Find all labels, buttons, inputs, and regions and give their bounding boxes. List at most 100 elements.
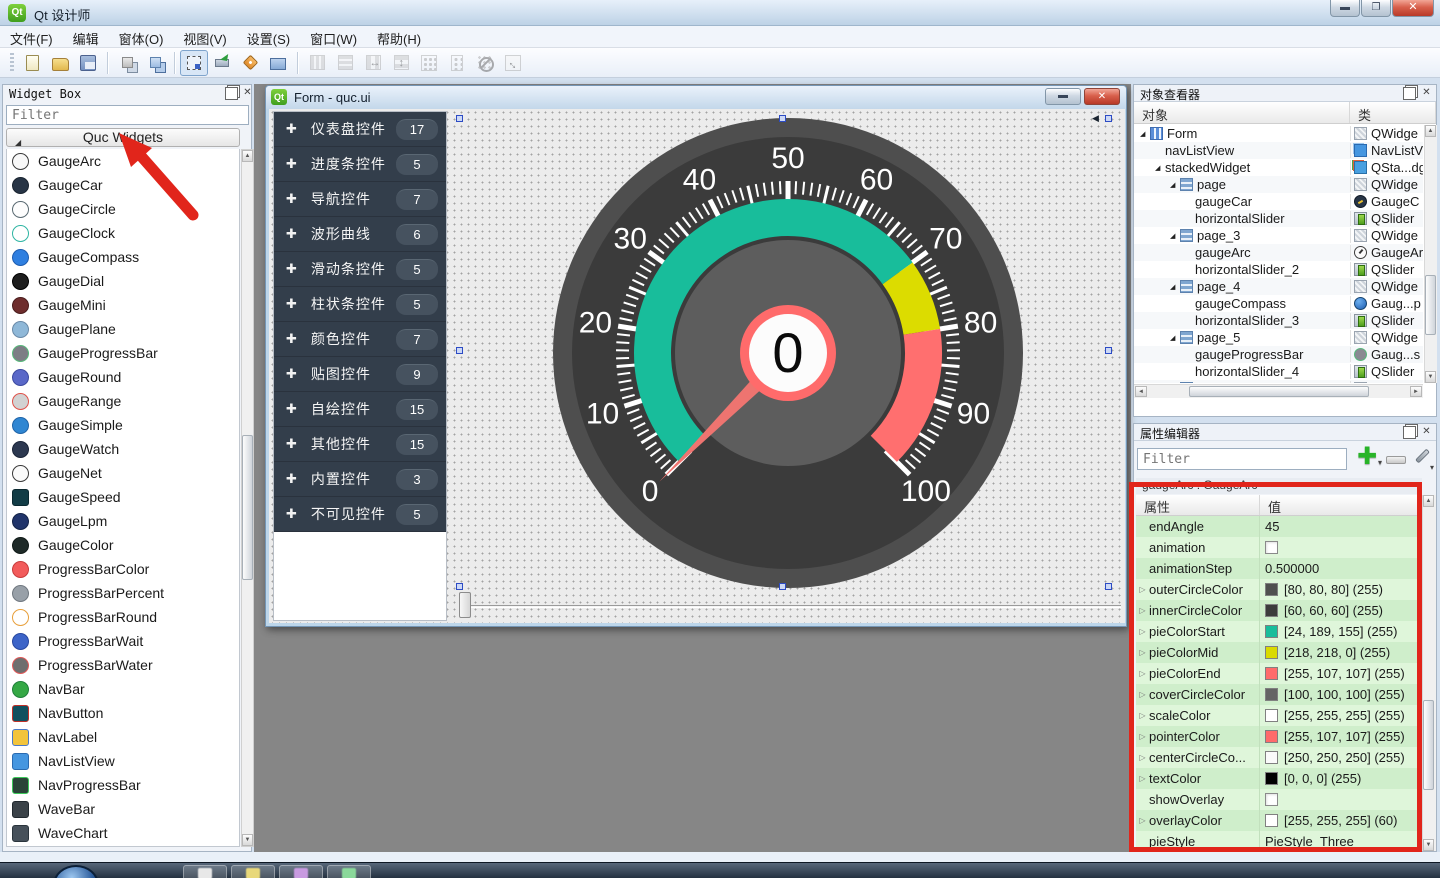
scroll-left-icon[interactable]: ◄ (1135, 386, 1147, 397)
property-row[interactable]: animation (1136, 537, 1422, 558)
property-value-cell[interactable]: 0.500000 (1260, 558, 1422, 579)
property-value-cell[interactable]: PieStyle_Three (1260, 831, 1422, 851)
widget-list-item[interactable]: GaugeArc (7, 149, 239, 173)
form-title-bar[interactable]: Qt Form - quc.ui ▬ ✕ (266, 86, 1126, 109)
gauge-arc-widget[interactable]: 01020304050607080901000 (269, 109, 1125, 623)
horizontal-slider[interactable] (459, 605, 1121, 608)
expand-arrow-icon[interactable]: ◢ (1170, 181, 1180, 189)
selection-handle[interactable] (1105, 115, 1112, 122)
checkbox[interactable] (1265, 541, 1278, 554)
expand-arrow-icon[interactable]: ◢ (1170, 283, 1180, 291)
expand-arrow-icon[interactable]: ◢ (1155, 164, 1165, 172)
widget-list-item[interactable]: GaugeSpeed (7, 485, 239, 509)
window-cascade-button[interactable] (113, 50, 141, 76)
property-value-cell[interactable]: [60, 60, 60] (255) (1260, 600, 1422, 621)
object-tree-row[interactable]: horizontalSlider_3QSlider (1134, 312, 1423, 329)
scroll-right-icon[interactable]: ► (1410, 386, 1422, 397)
selection-handle[interactable] (779, 583, 786, 590)
scrollbar-thumb[interactable] (1189, 386, 1369, 397)
edit-widgets-button[interactable] (180, 50, 208, 76)
property-value-cell[interactable]: [24, 189, 155] (255) (1260, 621, 1422, 642)
object-tree-row[interactable]: ◢page_3QWidge (1134, 227, 1423, 244)
scrollbar-thumb[interactable] (1423, 700, 1434, 790)
object-tree-row[interactable]: gaugeProgressBarGaug...s (1134, 346, 1423, 363)
expand-arrow-icon[interactable]: ◢ (1170, 232, 1180, 240)
widget-list-item[interactable]: GaugeColor (7, 533, 239, 557)
property-editor-close-icon[interactable]: ✕ (1420, 426, 1433, 439)
scroll-down-icon[interactable]: ▼ (1423, 839, 1434, 851)
restore-button[interactable]: ❐ (1361, 0, 1391, 17)
selection-handle[interactable] (1105, 347, 1112, 354)
add-dynamic-property-button[interactable]: ✚ (1354, 444, 1380, 472)
property-value-cell[interactable]: [255, 107, 107] (255) (1260, 663, 1422, 684)
property-row[interactable]: ▷pieColorEnd[255, 107, 107] (255) (1136, 663, 1422, 684)
widget-list-item[interactable]: WaveChart (7, 821, 239, 845)
property-value-cell[interactable]: [255, 255, 255] (255) (1260, 705, 1422, 726)
widget-list-item[interactable]: GaugeLpm (7, 509, 239, 533)
widget-list-item[interactable]: NavLabel (7, 725, 239, 749)
property-row[interactable]: ▷textColor[0, 0, 0] (255) (1136, 768, 1422, 789)
widget-list-item[interactable]: GaugeSimple (7, 413, 239, 437)
scroll-up-icon[interactable]: ▲ (1425, 125, 1436, 137)
scroll-down-icon[interactable]: ▼ (1425, 371, 1436, 383)
widget-list-item[interactable]: GaugeMini (7, 293, 239, 317)
property-row[interactable]: endAngle45 (1136, 516, 1422, 537)
widget-list-item[interactable]: ProgressBarColor (7, 557, 239, 581)
property-value-cell[interactable] (1260, 789, 1422, 810)
property-row[interactable]: showOverlay (1136, 789, 1422, 810)
object-tree-hscrollbar[interactable]: ◄ ► (1134, 384, 1423, 398)
widget-list-item[interactable]: GaugeNet (7, 461, 239, 485)
widget-box-close-icon[interactable]: ✕ (241, 87, 254, 100)
property-row[interactable]: ▷pieColorStart[24, 189, 155] (255) (1136, 621, 1422, 642)
taskbar-item[interactable] (231, 865, 275, 878)
property-row[interactable]: ▷coverCircleColor[100, 100, 100] (255) (1136, 684, 1422, 705)
widget-list-item[interactable]: ProgressBarWater (7, 653, 239, 677)
scrollbar-thumb[interactable] (1425, 275, 1436, 335)
slider-handle[interactable] (459, 592, 471, 618)
expand-arrow-icon[interactable]: ◢ (1140, 130, 1150, 138)
toolbar-grip[interactable] (10, 53, 14, 73)
object-tree-row[interactable]: horizontalSlider_4QSlider (1134, 363, 1423, 380)
expand-arrow-icon[interactable]: ▷ (1136, 690, 1149, 699)
checkbox[interactable] (1265, 793, 1278, 806)
property-value-cell[interactable]: [250, 250, 250] (255) (1260, 747, 1422, 768)
selection-handle[interactable] (456, 115, 463, 122)
expand-arrow-icon[interactable]: ▷ (1136, 711, 1149, 720)
property-value-cell[interactable]: [218, 218, 0] (255) (1260, 642, 1422, 663)
property-row[interactable]: pieStylePieStyle_Three (1136, 831, 1422, 851)
property-value-cell[interactable]: [80, 80, 80] (255) (1260, 579, 1422, 600)
remove-dynamic-property-button[interactable] (1386, 456, 1406, 464)
property-value-cell[interactable] (1260, 537, 1422, 558)
widget-list-item[interactable]: WaveBar (7, 797, 239, 821)
property-row[interactable]: ▷innerCircleColor[60, 60, 60] (255) (1136, 600, 1422, 621)
widget-list-item[interactable]: GaugeCar (7, 173, 239, 197)
edit-signals-slots-button[interactable] (208, 50, 236, 76)
save-form-button[interactable] (74, 50, 102, 76)
object-tree-vscrollbar[interactable]: ▲ ▼ (1424, 125, 1437, 383)
widget-list-scrollbar[interactable]: ▲ ▼ (241, 149, 254, 847)
property-value-cell[interactable]: [255, 107, 107] (255) (1260, 726, 1422, 747)
widget-list-item[interactable]: ProgressBarWait (7, 629, 239, 653)
form-minimize-button[interactable]: ▬ (1045, 88, 1081, 105)
scroll-up-icon[interactable]: ▲ (1423, 495, 1434, 507)
widget-list-item[interactable]: GaugeWatch (7, 437, 239, 461)
form-canvas[interactable]: ✚仪表盘控件17✚进度条控件5✚导航控件7✚波形曲线6✚滑动条控件5✚柱状条控件… (269, 109, 1125, 623)
taskbar-item[interactable] (279, 865, 323, 878)
expand-arrow-icon[interactable]: ▷ (1136, 627, 1149, 636)
property-row[interactable]: ▷pieColorMid[218, 218, 0] (255) (1136, 642, 1422, 663)
property-value-cell[interactable]: [0, 0, 0] (255) (1260, 768, 1422, 789)
selection-handle[interactable] (779, 115, 786, 122)
window-tile-button[interactable] (141, 50, 169, 76)
widget-box-filter-input[interactable] (6, 105, 249, 125)
property-row[interactable]: ▷scaleColor[255, 255, 255] (255) (1136, 705, 1422, 726)
widget-list-item[interactable]: GaugeRound (7, 365, 239, 389)
widget-box-category-header[interactable]: ◢Quc Widgets (6, 128, 240, 147)
start-button[interactable] (53, 865, 99, 878)
object-tree-row[interactable]: gaugeCarGaugeC (1134, 193, 1423, 210)
object-tree-row[interactable]: ◢pageQWidge (1134, 176, 1423, 193)
taskbar-item[interactable] (327, 865, 371, 878)
object-inspector-close-icon[interactable]: ✕ (1420, 87, 1433, 100)
scroll-down-icon[interactable]: ▼ (242, 834, 253, 846)
widget-list-item[interactable]: ProgressBarRound (7, 605, 239, 629)
expand-arrow-icon[interactable]: ▷ (1136, 774, 1149, 783)
